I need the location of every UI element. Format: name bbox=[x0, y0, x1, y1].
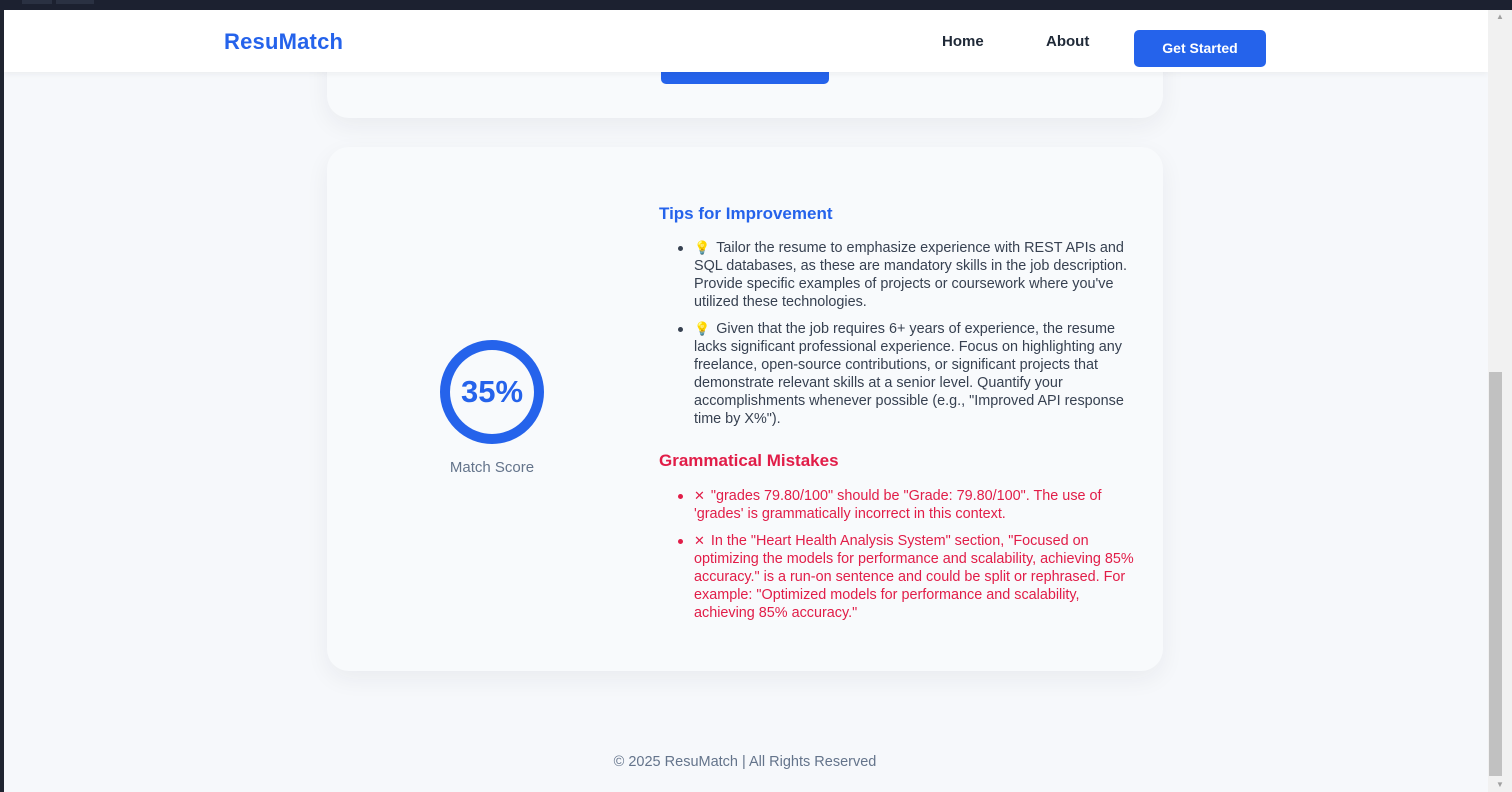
page-scrollbar[interactable]: ▲ ▼ bbox=[1488, 10, 1512, 792]
nav-link-about[interactable]: About bbox=[1046, 33, 1089, 50]
analyze-button[interactable] bbox=[661, 70, 829, 84]
grammar-item: ✕ "grades 79.80/100" should be "Grade: 79… bbox=[678, 487, 1134, 523]
browser-top-strip bbox=[0, 0, 1512, 10]
grammar-title: Grammatical Mistakes bbox=[659, 451, 839, 470]
browser-tab-edge bbox=[22, 0, 52, 4]
tip-text: Given that the job requires 6+ years of … bbox=[694, 321, 1124, 427]
brand-logo[interactable]: ResuMatch bbox=[224, 29, 343, 55]
grammar-text: "grades 79.80/100" should be "Grade: 79.… bbox=[694, 488, 1102, 522]
cross-mark-icon: ✕ bbox=[694, 488, 705, 503]
tips-title: Tips for Improvement bbox=[659, 204, 833, 223]
grammar-list: ✕ "grades 79.80/100" should be "Grade: 79… bbox=[678, 487, 1134, 631]
scroll-up-arrow-icon[interactable]: ▲ bbox=[1488, 10, 1512, 24]
match-score-value: 35% bbox=[460, 374, 524, 409]
results-card: 35% Match Score Tips for Improvement 💡 Ta… bbox=[327, 147, 1163, 671]
footer-text: © 2025 ResuMatch | All Rights Reserved bbox=[613, 754, 877, 770]
grammar-text: In the "Heart Health Analysis System" se… bbox=[694, 533, 1134, 621]
tips-list: 💡 Tailor the resume to emphasize experien… bbox=[678, 239, 1134, 437]
grammar-item: ✕ In the "Heart Health Analysis System" s… bbox=[678, 532, 1134, 622]
lightbulb-icon: 💡 bbox=[694, 321, 711, 336]
get-started-button[interactable]: Get Started bbox=[1134, 30, 1266, 67]
nav-link-home[interactable]: Home bbox=[942, 33, 984, 50]
tip-item: 💡 Given that the job requires 6+ years of… bbox=[678, 320, 1134, 428]
tip-text: Tailor the resume to emphasize experienc… bbox=[694, 240, 1128, 310]
scrollbar-thumb[interactable] bbox=[1489, 372, 1502, 776]
navbar: ResuMatch Home About Get Started bbox=[4, 10, 1488, 72]
browser-tab-edge bbox=[56, 0, 94, 4]
match-score-label: Match Score bbox=[449, 459, 535, 476]
page-viewport: ResuMatch Home About Get Started 35% Mat… bbox=[4, 10, 1488, 792]
cross-mark-icon: ✕ bbox=[694, 533, 705, 548]
lightbulb-icon: 💡 bbox=[694, 240, 711, 255]
tip-item: 💡 Tailor the resume to emphasize experien… bbox=[678, 239, 1134, 311]
scroll-down-arrow-icon[interactable]: ▼ bbox=[1488, 778, 1512, 792]
match-score-ring: 35% bbox=[440, 340, 544, 444]
